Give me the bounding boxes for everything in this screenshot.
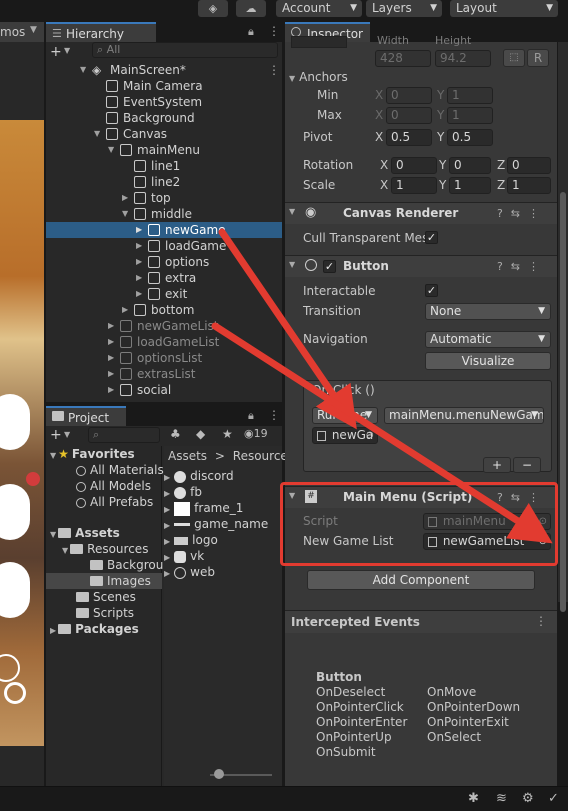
check-circle-icon[interactable]: ✓ xyxy=(548,791,559,806)
status-bar: ✱ ≋ ⚙ ✓ xyxy=(0,786,568,811)
cache-server-icon[interactable]: ≋ xyxy=(496,791,507,806)
annotation-arrows xyxy=(211,228,553,544)
build-settings-icon[interactable]: ⚙ xyxy=(522,791,534,806)
debug-bug-icon[interactable]: ✱ xyxy=(468,791,479,806)
annotation-arrow xyxy=(218,228,357,430)
annotation-arrow xyxy=(211,322,553,544)
